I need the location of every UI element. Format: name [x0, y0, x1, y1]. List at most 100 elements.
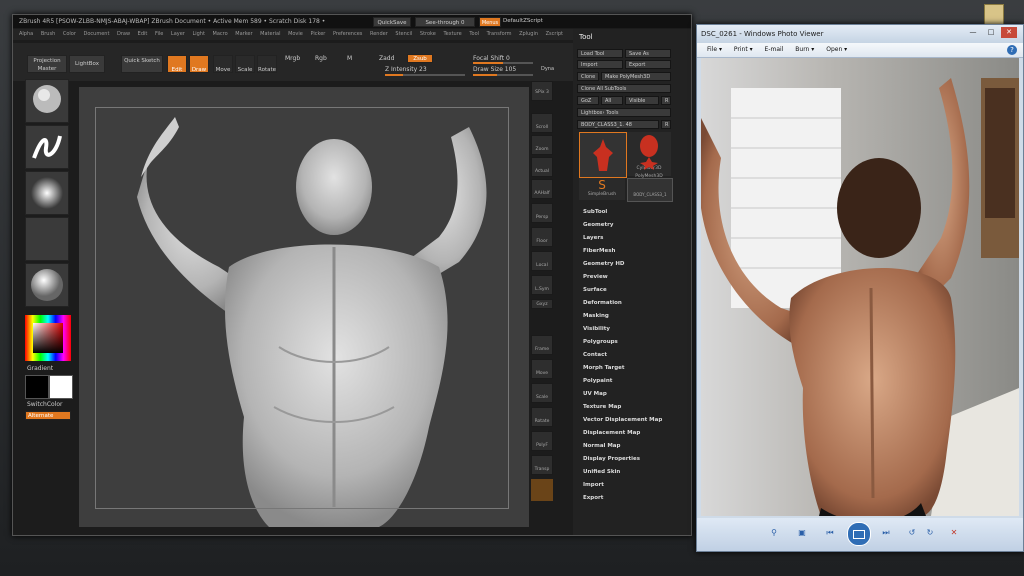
goz-visible-button[interactable]: Visible: [625, 96, 659, 105]
previous-icon[interactable]: ⏮: [825, 528, 835, 538]
section-polygroups[interactable]: Polygroups: [583, 339, 618, 345]
edit-button[interactable]: Edit: [167, 55, 187, 73]
menu-burn-pv[interactable]: Burn ▾: [795, 46, 814, 53]
menu-file-pv[interactable]: File ▾: [707, 46, 722, 53]
section-normal-map[interactable]: Normal Map: [583, 443, 620, 449]
actual-button[interactable]: Actual: [531, 157, 553, 177]
menu-stencil[interactable]: Stencil: [395, 31, 412, 37]
zoom-button[interactable]: Zoom: [531, 135, 553, 155]
transp-button[interactable]: Transp: [531, 455, 553, 475]
secondary-color-swatch[interactable]: [25, 375, 49, 399]
menu-movie[interactable]: Movie: [288, 31, 303, 37]
lsym-button[interactable]: L.Sym: [531, 275, 553, 295]
main-color-swatch[interactable]: [49, 375, 73, 399]
draw-button[interactable]: Draw: [189, 55, 209, 73]
section-geometry-hd[interactable]: Geometry HD: [583, 261, 625, 267]
color-picker[interactable]: [25, 315, 71, 361]
rotate-cw-icon[interactable]: ↻: [925, 528, 935, 538]
section-displacement-map[interactable]: Displacement Map: [583, 430, 640, 436]
section-texture-map[interactable]: Texture Map: [583, 404, 621, 410]
menu-macro[interactable]: Macro: [213, 31, 228, 37]
actual-size-icon[interactable]: ▣: [797, 528, 807, 538]
section-deformation[interactable]: Deformation: [583, 300, 622, 306]
section-morph-target[interactable]: Morph Target: [583, 365, 625, 371]
menus-toggle[interactable]: Menus: [479, 17, 501, 27]
menu-stroke[interactable]: Stroke: [420, 31, 436, 37]
section-preview[interactable]: Preview: [583, 274, 608, 280]
clone-button[interactable]: Clone: [577, 72, 599, 81]
menu-transform[interactable]: Transform: [487, 31, 512, 37]
section-polypaint[interactable]: Polypaint: [583, 378, 612, 384]
zsub-toggle[interactable]: Zsub: [407, 54, 433, 63]
tool-palette-title[interactable]: Tool: [579, 33, 593, 41]
focal-shift-slider[interactable]: Focal Shift 0: [473, 55, 510, 62]
polyf-button[interactable]: PolyF: [531, 431, 553, 451]
menu-light[interactable]: Light: [192, 31, 204, 37]
quick-sketch-button[interactable]: Quick Sketch: [121, 55, 163, 73]
section-geometry[interactable]: Geometry: [583, 222, 613, 228]
menu-zscript[interactable]: Zscript: [546, 31, 563, 37]
current-tool-slider[interactable]: BODY_CLASS3_1. 48: [577, 120, 659, 129]
brush-selector[interactable]: [25, 79, 69, 123]
menu-texture[interactable]: Texture: [443, 31, 461, 37]
rotate-ccw-icon[interactable]: ↺: [907, 528, 917, 538]
menu-preferences[interactable]: Preferences: [333, 31, 362, 37]
menu-tool[interactable]: Tool: [469, 31, 479, 37]
dynamic-toggle[interactable]: Dyna: [541, 66, 554, 72]
zbrush-titlebar[interactable]: ZBrush 4R5 [PSOW-ZLBB-NMJS-ABAJ-WBAP] ZB…: [13, 15, 691, 28]
menu-layer[interactable]: Layer: [171, 31, 185, 37]
next-icon[interactable]: ⏭: [881, 528, 891, 538]
section-layers[interactable]: Layers: [583, 235, 603, 241]
alternate-button[interactable]: Alternate: [25, 411, 71, 420]
section-surface[interactable]: Surface: [583, 287, 607, 293]
load-tool-button[interactable]: Load Tool: [577, 49, 623, 58]
stroke-selector[interactable]: [25, 125, 69, 169]
default-zscript-label[interactable]: DefaultZScript: [503, 18, 543, 24]
lightbox-button[interactable]: LightBox: [69, 55, 105, 73]
minimize-icon[interactable]: —: [965, 27, 981, 38]
projection-master-button[interactable]: Projection Master: [27, 55, 67, 73]
tool-thumb-polymesh[interactable]: PolyMesh3D: [627, 155, 671, 179]
color-picker-square[interactable]: [33, 323, 63, 353]
menu-brush[interactable]: Brush: [41, 31, 55, 37]
move-view-button[interactable]: Move: [531, 359, 553, 379]
tool-thumb-body[interactable]: [579, 132, 627, 178]
slideshow-button[interactable]: [847, 522, 871, 546]
lightbox-tools-button[interactable]: Lightbox› Tools: [577, 108, 671, 117]
persp-button[interactable]: Persp: [531, 203, 553, 223]
menu-zplugin[interactable]: Zplugin: [519, 31, 538, 37]
menu-edit[interactable]: Edit: [138, 31, 148, 37]
section-import[interactable]: Import: [583, 482, 604, 488]
zoom-icon[interactable]: ⚲: [769, 528, 779, 538]
section-masking[interactable]: Masking: [583, 313, 609, 319]
section-contact[interactable]: Contact: [583, 352, 607, 358]
alpha-selector[interactable]: [25, 171, 69, 215]
draw-size-slider[interactable]: Draw Size 105: [473, 66, 516, 73]
section-uv-map[interactable]: UV Map: [583, 391, 607, 397]
gxyz-button[interactable]: Gxyz: [531, 299, 553, 309]
menu-picker[interactable]: Picker: [310, 31, 325, 37]
draw-size-track[interactable]: [473, 74, 533, 76]
m-toggle[interactable]: M: [347, 55, 352, 62]
menu-material[interactable]: Material: [260, 31, 280, 37]
rotate-view-button[interactable]: Rotate: [531, 407, 553, 427]
move-button[interactable]: Move: [213, 55, 233, 73]
menu-file[interactable]: File: [155, 31, 163, 37]
z-intensity-slider[interactable]: Z Intensity 23: [385, 66, 427, 73]
delete-icon[interactable]: ✕: [949, 528, 959, 538]
material-selector[interactable]: [25, 263, 69, 307]
menu-open-pv[interactable]: Open ▾: [826, 46, 847, 53]
scroll-button[interactable]: Scroll: [531, 113, 553, 133]
zadd-toggle[interactable]: Zadd: [379, 55, 394, 62]
goz-button[interactable]: GoZ: [577, 96, 599, 105]
current-tool-r-button[interactable]: R: [661, 120, 671, 129]
z-intensity-track[interactable]: [385, 74, 465, 76]
menu-document[interactable]: Document: [84, 31, 110, 37]
tool-thumb-simplebrush[interactable]: S SimpleBrush: [579, 178, 625, 200]
section-subtool[interactable]: SubTool: [583, 209, 607, 215]
save-as-button[interactable]: Save As: [625, 49, 671, 58]
frame-button[interactable]: Frame: [531, 335, 553, 355]
section-unified-skin[interactable]: Unified Skin: [583, 469, 620, 475]
section-vector-displacement-map[interactable]: Vector Displacement Map: [583, 417, 662, 423]
section-export[interactable]: Export: [583, 495, 603, 501]
